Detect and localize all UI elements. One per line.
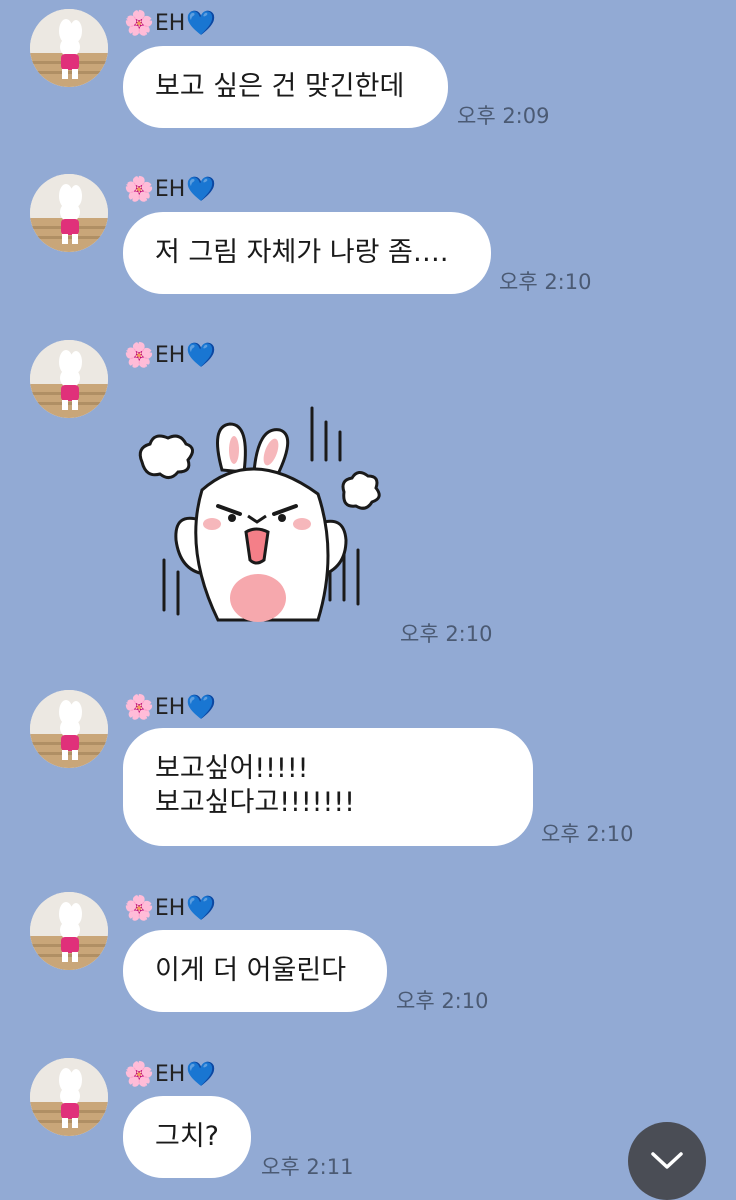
avatar[interactable]: [30, 892, 108, 970]
message-bubble[interactable]: 보고 싶은 건 맞긴한데: [123, 46, 448, 128]
message-bubble[interactable]: 보고싶어!!!!! 보고싶다고!!!!!!!: [123, 728, 533, 846]
sender-name: 🌸 EH 💙: [124, 175, 217, 203]
blue-heart-icon: 💙: [186, 1060, 217, 1088]
blue-heart-icon: 💙: [186, 894, 217, 922]
sender-name: 🌸 EH 💙: [124, 9, 217, 37]
blue-heart-icon: 💙: [186, 693, 217, 721]
sender-name: 🌸 EH 💙: [124, 341, 217, 369]
cherry-blossom-icon: 🌸: [124, 693, 154, 721]
avatar[interactable]: [30, 690, 108, 768]
cherry-blossom-icon: 🌸: [124, 175, 154, 203]
cherry-blossom-icon: 🌸: [124, 894, 154, 922]
message-bubble[interactable]: 그치?: [123, 1096, 251, 1178]
blue-heart-icon: 💙: [186, 341, 217, 369]
avatar[interactable]: [30, 340, 108, 418]
avatar[interactable]: [30, 174, 108, 252]
message-time: 오후 2:10: [400, 622, 493, 646]
message-time: 오후 2:09: [457, 104, 550, 128]
cherry-blossom-icon: 🌸: [124, 9, 154, 37]
sender-name: 🌸 EH 💙: [124, 894, 217, 922]
angry-bunny-sticker[interactable]: [130, 400, 390, 634]
message-bubble[interactable]: 이게 더 어울린다: [123, 930, 387, 1012]
avatar[interactable]: [30, 1058, 108, 1136]
message-bubble[interactable]: 저 그림 자체가 나랑 좀….: [123, 212, 491, 294]
message-time: 오후 2:11: [261, 1155, 354, 1179]
sender-name: 🌸 EH 💙: [124, 693, 217, 721]
blue-heart-icon: 💙: [186, 175, 217, 203]
sender-name: 🌸 EH 💙: [124, 1060, 217, 1088]
blue-heart-icon: 💙: [186, 9, 217, 37]
scroll-to-bottom-button[interactable]: [628, 1122, 706, 1200]
cherry-blossom-icon: 🌸: [124, 341, 154, 369]
cherry-blossom-icon: 🌸: [124, 1060, 154, 1088]
message-time: 오후 2:10: [499, 270, 592, 294]
message-time: 오후 2:10: [541, 822, 634, 846]
message-time: 오후 2:10: [396, 989, 489, 1013]
chevron-down-icon: [651, 1152, 683, 1169]
avatar[interactable]: [30, 9, 108, 87]
